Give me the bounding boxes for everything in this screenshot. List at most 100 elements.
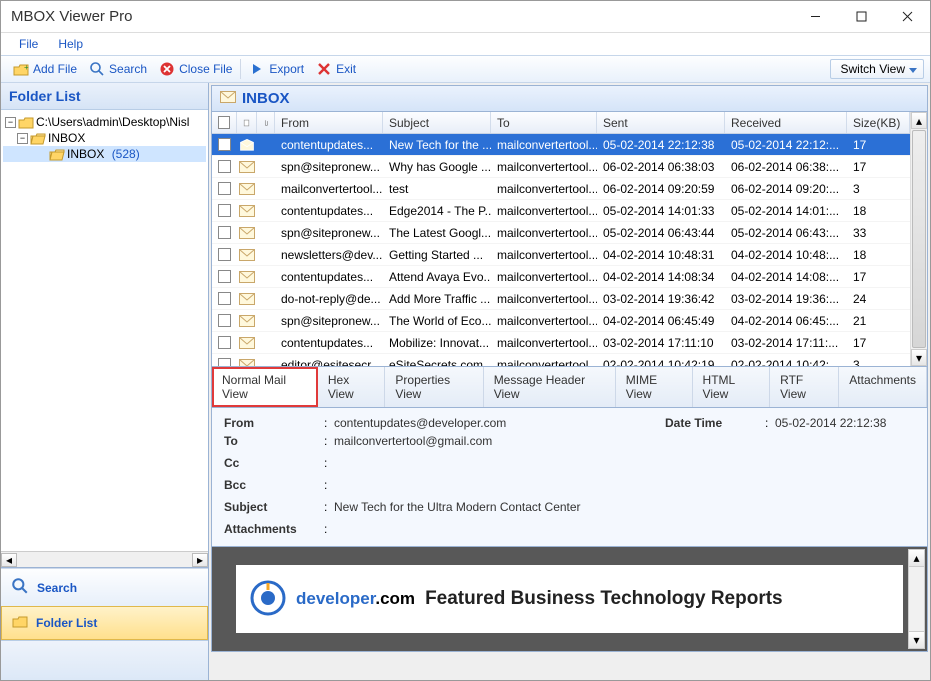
tree-child-count: (528) [112, 147, 140, 161]
row-received: 05-02-2014 06:43:... [725, 226, 847, 240]
tab-attachments[interactable]: Attachments [839, 367, 927, 407]
table-row[interactable]: mailconvertertool...testmailconvertertoo… [212, 178, 910, 200]
row-received: 04-02-2014 14:08:... [725, 270, 847, 284]
scroll-down-icon[interactable]: ▾ [911, 349, 927, 366]
table-row[interactable]: spn@sitepronew...Why has Google ...mailc… [212, 156, 910, 178]
menu-file[interactable]: File [9, 34, 48, 54]
folder-tree[interactable]: − C:\Users\admin\Desktop\Nisl − INBOX IN… [1, 110, 208, 551]
col-size[interactable]: Size(KB) [847, 112, 910, 133]
mail-icon [220, 91, 236, 106]
table-row[interactable]: contentupdates...New Tech for the ...mai… [212, 134, 910, 156]
table-row[interactable]: contentupdates...Edge2014 - The P...mail… [212, 200, 910, 222]
row-checkbox[interactable] [212, 358, 237, 366]
row-subject: Attend Avaya Evo... [383, 270, 491, 284]
col-received[interactable]: Received [725, 112, 847, 133]
row-to: mailconvertertool... [491, 270, 597, 284]
col-sent[interactable]: Sent [597, 112, 725, 133]
row-from: do-not-reply@de... [275, 292, 383, 306]
row-checkbox[interactable] [212, 160, 237, 173]
row-checkbox[interactable] [212, 182, 237, 195]
row-checkbox[interactable] [212, 138, 237, 151]
folder-icon [12, 615, 28, 631]
add-file-button[interactable]: + Add File [7, 58, 83, 80]
tab-html-view[interactable]: HTML View [693, 367, 771, 407]
scroll-right-icon[interactable]: ▸ [192, 553, 208, 567]
grid-scrollbar[interactable]: ▴ ▾ [910, 112, 927, 366]
close-file-label: Close File [179, 62, 232, 76]
tree-scrollbar[interactable]: ◂ ▸ [1, 551, 208, 567]
minimize-button[interactable] [792, 1, 838, 32]
col-checkbox[interactable] [212, 112, 237, 133]
row-checkbox[interactable] [212, 270, 237, 283]
search-button[interactable]: Search [83, 58, 153, 80]
tree-inbox-label: INBOX [48, 131, 85, 145]
maximize-button[interactable] [838, 1, 884, 32]
export-label: Export [269, 62, 304, 76]
tab-hex-view[interactable]: Hex View [318, 367, 386, 407]
titlebar: MBOX Viewer Pro [1, 1, 930, 33]
row-checkbox[interactable] [212, 248, 237, 261]
close-file-button[interactable]: Close File [153, 58, 238, 80]
col-from[interactable]: From [275, 112, 383, 133]
folder-list-header: Folder List [1, 83, 208, 110]
row-checkbox[interactable] [212, 336, 237, 349]
collapse-icon[interactable]: − [5, 117, 16, 128]
row-checkbox[interactable] [212, 292, 237, 305]
table-row[interactable]: contentupdates...Mobilize: Innovat...mai… [212, 332, 910, 354]
switch-view-button[interactable]: Switch View [830, 59, 924, 79]
table-row[interactable]: contentupdates...Attend Avaya Evo...mail… [212, 266, 910, 288]
table-row[interactable]: do-not-reply@de...Add More Traffic ...ma… [212, 288, 910, 310]
scroll-down-icon[interactable]: ▾ [909, 631, 924, 648]
tree-inbox-child[interactable]: INBOX (528) [3, 146, 206, 162]
row-size: 18 [847, 204, 910, 218]
table-row[interactable]: spn@sitepronew...The World of Eco...mail… [212, 310, 910, 332]
tab-mime-view[interactable]: MIME View [616, 367, 693, 407]
chevron-down-icon [909, 62, 917, 76]
row-from: contentupdates... [275, 336, 383, 350]
collapse-icon[interactable]: − [17, 133, 28, 144]
row-size: 33 [847, 226, 910, 240]
table-row[interactable]: spn@sitepronew...The Latest Googl...mail… [212, 222, 910, 244]
detail-datetime-value: 05-02-2014 22:12:38 [775, 416, 886, 430]
row-subject: Mobilize: Innovat... [383, 336, 491, 350]
tab-rtf-view[interactable]: RTF View [770, 367, 839, 407]
row-subject: eSiteSecrets.com ... [383, 358, 491, 367]
table-row[interactable]: editor@esitesecr...eSiteSecrets.com ...m… [212, 354, 910, 366]
row-from: contentupdates... [275, 270, 383, 284]
menu-help[interactable]: Help [48, 34, 93, 54]
row-to: mailconvertertool... [491, 292, 597, 306]
nav-folder-list[interactable]: Folder List [1, 606, 208, 640]
scroll-left-icon[interactable]: ◂ [1, 553, 17, 567]
row-received: 05-02-2014 22:12:... [725, 138, 847, 152]
nav-search[interactable]: Search [1, 568, 208, 606]
scroll-thumb[interactable] [912, 130, 926, 348]
row-checkbox[interactable] [212, 204, 237, 217]
export-button[interactable]: Export [243, 58, 310, 80]
row-sent: 05-02-2014 22:12:38 [597, 138, 725, 152]
scroll-up-icon[interactable]: ▴ [911, 112, 927, 129]
row-checkbox[interactable] [212, 226, 237, 239]
col-to[interactable]: To [491, 112, 597, 133]
toolbar: + Add File Search Close File Export Exit… [1, 55, 930, 83]
exit-button[interactable]: Exit [310, 58, 362, 80]
row-size: 24 [847, 292, 910, 306]
grid-body[interactable]: contentupdates...New Tech for the ...mai… [212, 134, 910, 366]
row-from: spn@sitepronew... [275, 160, 383, 174]
folder-icon [18, 116, 34, 129]
tab-normal-mail-view[interactable]: Normal Mail View [212, 367, 318, 407]
close-button[interactable] [884, 1, 930, 32]
col-subject[interactable]: Subject [383, 112, 491, 133]
scroll-up-icon[interactable]: ▴ [909, 550, 924, 567]
row-from: spn@sitepronew... [275, 226, 383, 240]
search-label: Search [109, 62, 147, 76]
tab-message-header-view[interactable]: Message Header View [484, 367, 616, 407]
tab-properties-view[interactable]: Properties View [385, 367, 483, 407]
preview-banner: developer.com Featured Business Technolo… [236, 565, 903, 633]
exit-icon [316, 61, 332, 77]
tree-inbox[interactable]: − INBOX [3, 130, 206, 146]
table-row[interactable]: newsletters@dev...Getting Started ...mai… [212, 244, 910, 266]
row-checkbox[interactable] [212, 314, 237, 327]
preview-scrollbar[interactable]: ▴ ▾ [908, 549, 925, 649]
tree-root[interactable]: − C:\Users\admin\Desktop\Nisl [3, 114, 206, 130]
row-size: 17 [847, 138, 910, 152]
